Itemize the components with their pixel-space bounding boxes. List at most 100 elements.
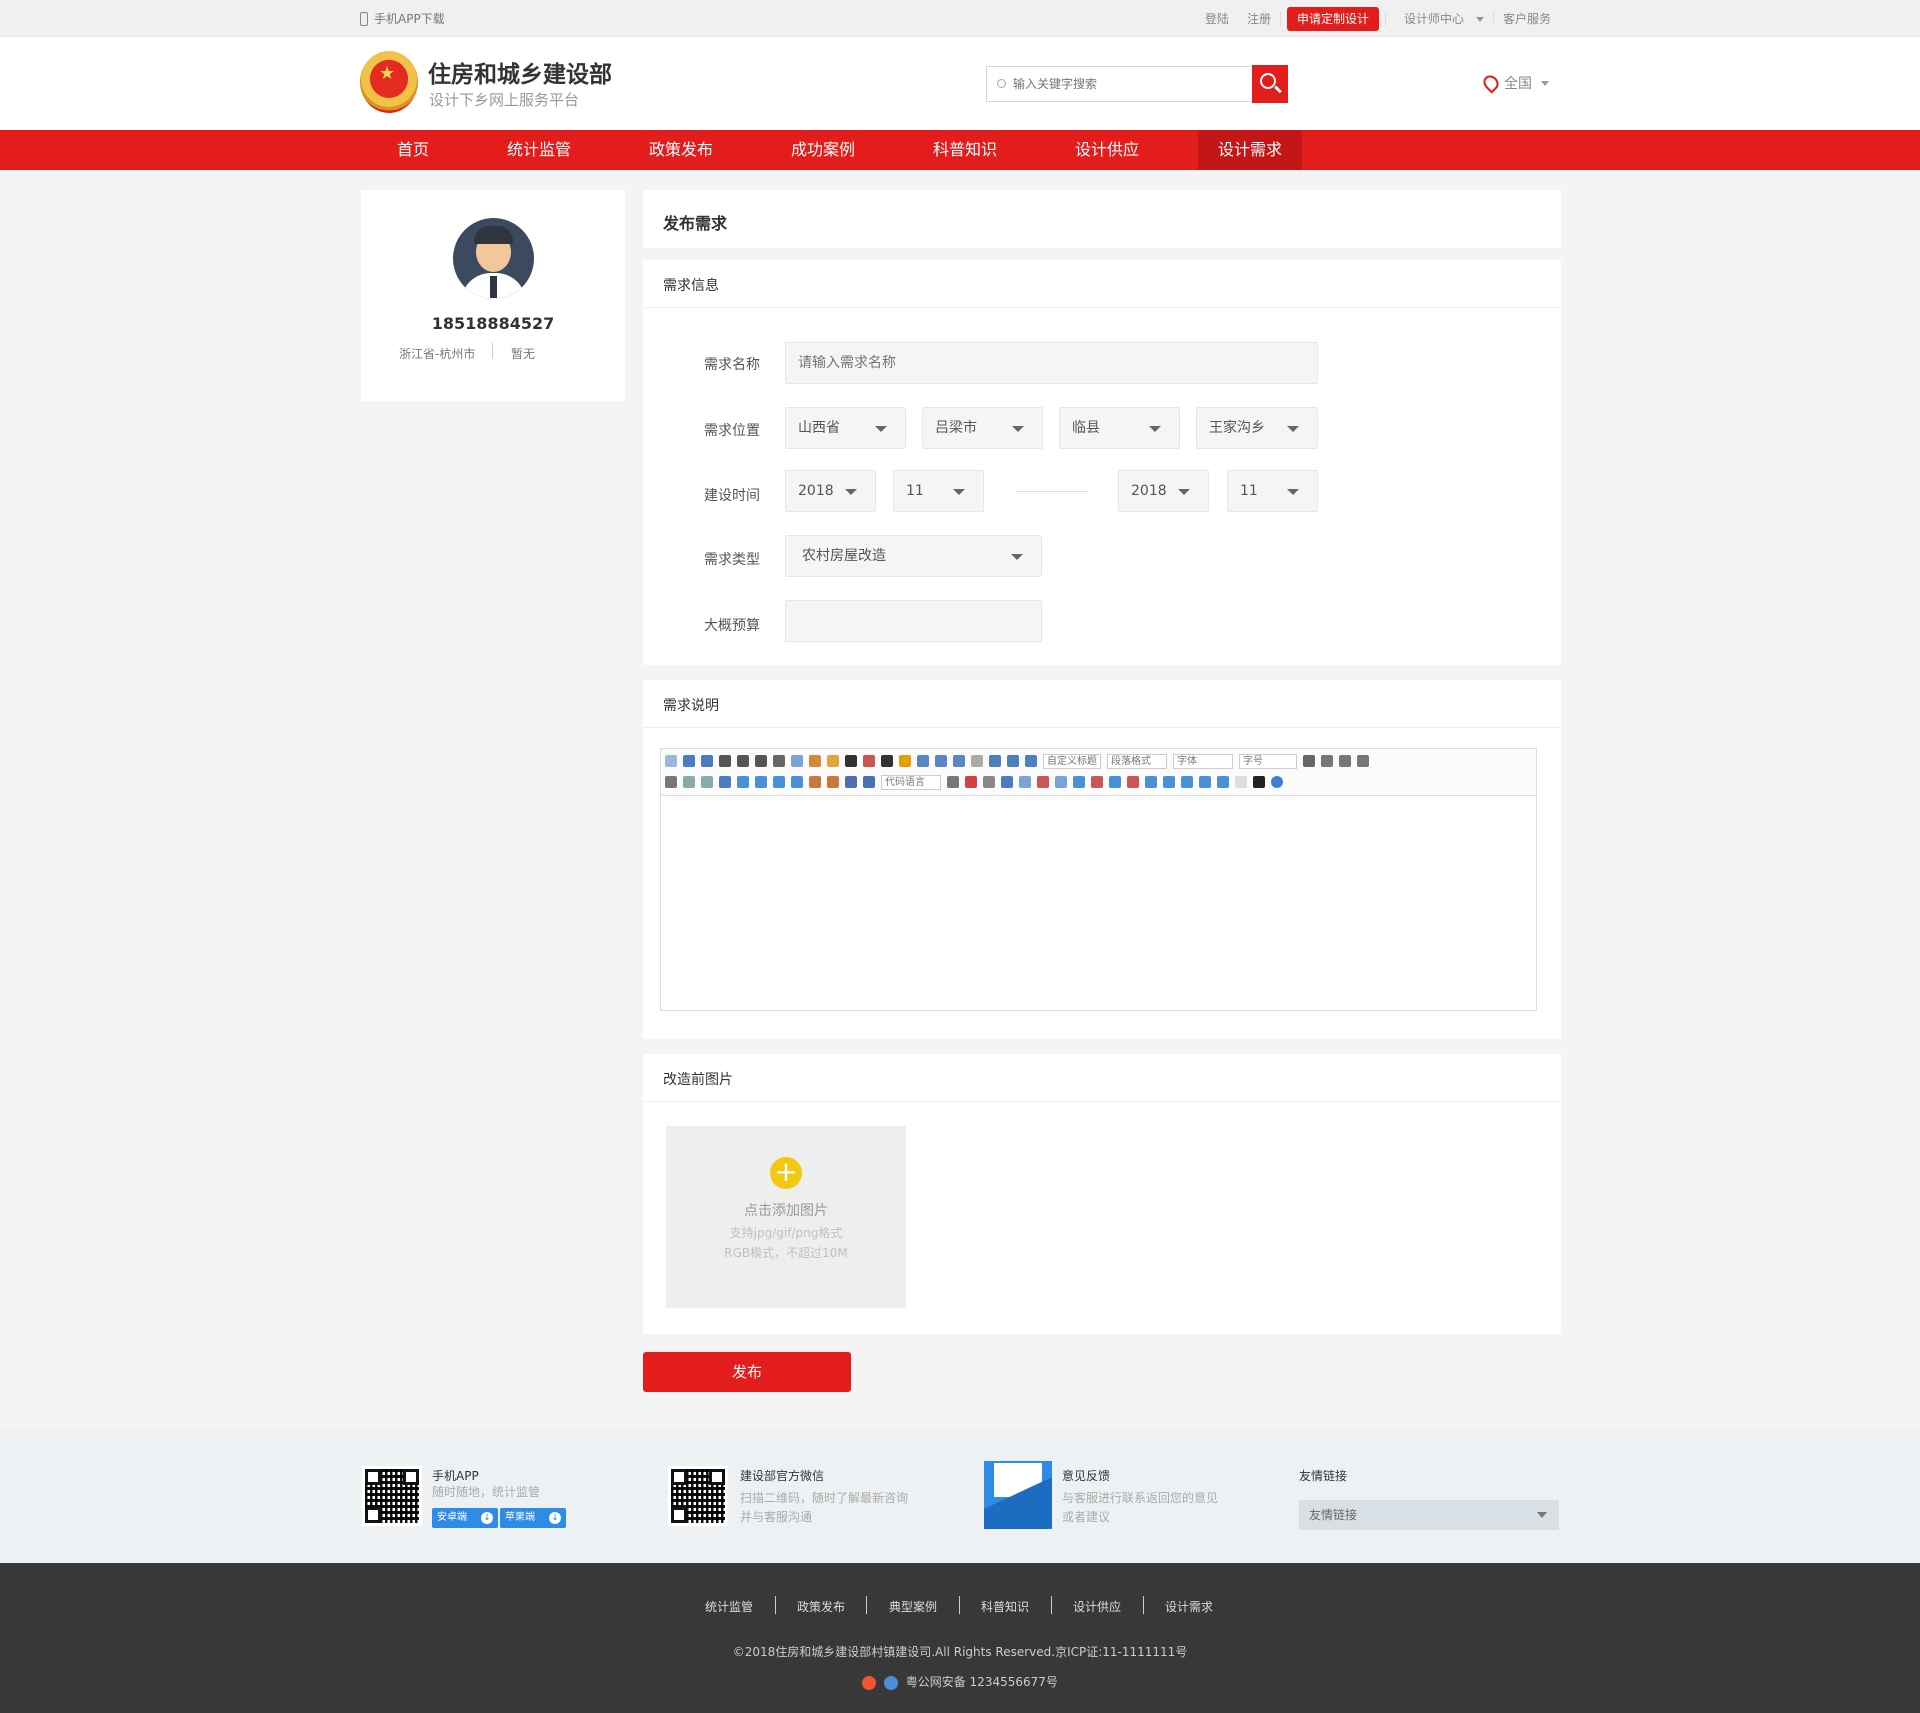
- friendly-links-select[interactable]: 友情链接: [1299, 1500, 1559, 1530]
- attachment-icon[interactable]: [863, 776, 875, 788]
- source-icon[interactable]: [665, 755, 677, 767]
- date-icon[interactable]: [965, 776, 977, 788]
- align-center-icon[interactable]: [1339, 755, 1351, 767]
- split-cells-icon[interactable]: [1199, 776, 1211, 788]
- strikethrough-icon[interactable]: [773, 755, 785, 767]
- format-brush-icon[interactable]: [809, 755, 821, 767]
- footer-link-policy[interactable]: 政策发布: [797, 1598, 845, 1615]
- police-record[interactable]: 粤公网安备 1234556677号: [0, 1673, 1920, 1690]
- town-select[interactable]: 王家沟乡: [1196, 407, 1318, 449]
- italic-icon[interactable]: [737, 755, 749, 767]
- auto-format-icon[interactable]: [827, 755, 839, 767]
- province-select[interactable]: 山西省: [785, 407, 906, 449]
- line-height-icon[interactable]: [1025, 755, 1037, 767]
- custom-title-select[interactable]: 自定义标题: [1043, 753, 1101, 769]
- site-title[interactable]: 住房和城乡建设部: [428, 55, 612, 89]
- redo-icon[interactable]: [701, 755, 713, 767]
- designer-center-menu[interactable]: 设计师中心: [1386, 10, 1493, 27]
- demand-type-select[interactable]: 农村房屋改造: [785, 535, 1042, 577]
- insert-col-icon[interactable]: [1109, 776, 1121, 788]
- highlight-icon[interactable]: [899, 755, 911, 767]
- end-year-select[interactable]: 2018: [1118, 470, 1209, 512]
- font-family-select[interactable]: 字体: [1173, 753, 1233, 769]
- align-right-icon[interactable]: [1357, 755, 1369, 767]
- video-icon[interactable]: [845, 776, 857, 788]
- chart-icon[interactable]: [1235, 776, 1247, 788]
- national-emblem-logo[interactable]: [360, 51, 418, 113]
- merge-right-icon[interactable]: [1163, 776, 1175, 788]
- image-center-icon[interactable]: [773, 776, 785, 788]
- county-select[interactable]: 临县: [1059, 407, 1180, 449]
- code-language-select[interactable]: 代码语言: [881, 774, 941, 790]
- feedback-envelope-icon[interactable]: [984, 1461, 1052, 1529]
- insert-image-icon[interactable]: [809, 776, 821, 788]
- nav-item-policy[interactable]: 政策发布: [637, 130, 725, 170]
- help-icon[interactable]: [1271, 776, 1283, 788]
- time-icon[interactable]: [983, 776, 995, 788]
- editor-content-area[interactable]: [661, 796, 1536, 1010]
- footer-link-statistics[interactable]: 统计监管: [705, 1598, 753, 1615]
- align-left-icon[interactable]: [1321, 755, 1333, 767]
- image-right-icon[interactable]: [755, 776, 767, 788]
- register-link[interactable]: 注册: [1238, 10, 1280, 27]
- link-icon[interactable]: [683, 776, 695, 788]
- nav-item-cases[interactable]: 成功案例: [779, 130, 867, 170]
- paragraph-format-select[interactable]: 段落格式: [1107, 753, 1167, 769]
- anchor-icon[interactable]: [719, 776, 731, 788]
- ordered-list-icon[interactable]: [917, 755, 929, 767]
- avatar[interactable]: [453, 218, 534, 299]
- nav-item-demand[interactable]: 设计需求: [1198, 130, 1302, 170]
- undo-icon[interactable]: [683, 755, 695, 767]
- clear-doc-icon[interactable]: [971, 755, 983, 767]
- end-month-select[interactable]: 11: [1227, 470, 1318, 512]
- image-left-icon[interactable]: [737, 776, 749, 788]
- delete-row-icon[interactable]: [1091, 776, 1103, 788]
- insert-row-icon[interactable]: [1073, 776, 1085, 788]
- merge-down-icon[interactable]: [1181, 776, 1193, 788]
- image-upload-area[interactable]: + 点击添加图片 支持jpg/gif/png格式 RGB模式，不超过10M: [666, 1126, 906, 1308]
- justify-icon[interactable]: [665, 776, 677, 788]
- delete-table-icon[interactable]: [1037, 776, 1049, 788]
- eraser-icon[interactable]: [791, 755, 803, 767]
- budget-input[interactable]: [785, 600, 1042, 642]
- android-download-button[interactable]: 安卓端 ↓: [432, 1508, 498, 1528]
- nav-item-supply[interactable]: 设计供应: [1063, 130, 1151, 170]
- font-color-icon[interactable]: [881, 755, 893, 767]
- unlink-icon[interactable]: [701, 776, 713, 788]
- footer-feedback-title[interactable]: 意见反馈: [1062, 1467, 1110, 1484]
- find-replace-icon[interactable]: [1253, 776, 1265, 788]
- ios-download-button[interactable]: 苹果端 ↓: [500, 1508, 566, 1528]
- start-year-select[interactable]: 2018: [785, 470, 876, 512]
- app-download-link[interactable]: 手机APP下载: [360, 10, 445, 27]
- search-input[interactable]: [1013, 67, 1253, 101]
- delete-col-icon[interactable]: [1127, 776, 1139, 788]
- bold-icon[interactable]: [719, 755, 731, 767]
- apply-custom-design-button[interactable]: 申请定制设计: [1286, 6, 1379, 31]
- direction-icon[interactable]: [1303, 755, 1315, 767]
- nav-item-statistics[interactable]: 统计监管: [495, 130, 583, 170]
- customer-service-link[interactable]: 客户服务: [1494, 10, 1560, 27]
- quote-icon[interactable]: [845, 755, 857, 767]
- region-selector[interactable]: 全国: [1480, 72, 1549, 94]
- nav-item-home[interactable]: 首页: [380, 130, 446, 170]
- start-month-select[interactable]: 11: [893, 470, 984, 512]
- footer-link-knowledge[interactable]: 科普知识: [981, 1598, 1029, 1615]
- city-select[interactable]: 吕梁市: [922, 407, 1043, 449]
- publish-button[interactable]: 发布: [643, 1352, 851, 1392]
- image-block-icon[interactable]: [791, 776, 803, 788]
- nav-item-knowledge[interactable]: 科普知识: [921, 130, 1009, 170]
- footer-link-cases[interactable]: 典型案例: [889, 1598, 937, 1615]
- underline-icon[interactable]: [755, 755, 767, 767]
- select-all-icon[interactable]: [953, 755, 965, 767]
- insert-paragraph-icon[interactable]: [1055, 776, 1067, 788]
- row-spacing-bottom-icon[interactable]: [1007, 755, 1019, 767]
- footer-link-demand[interactable]: 设计需求: [1165, 1598, 1213, 1615]
- horizontal-rule-icon[interactable]: [947, 776, 959, 788]
- special-char-icon[interactable]: [1001, 776, 1013, 788]
- paste-plain-icon[interactable]: [863, 755, 875, 767]
- font-size-select[interactable]: 字号: [1239, 753, 1297, 769]
- footer-link-supply[interactable]: 设计供应: [1073, 1598, 1121, 1615]
- row-spacing-top-icon[interactable]: [989, 755, 1001, 767]
- unordered-list-icon[interactable]: [935, 755, 947, 767]
- split-rows-icon[interactable]: [1217, 776, 1229, 788]
